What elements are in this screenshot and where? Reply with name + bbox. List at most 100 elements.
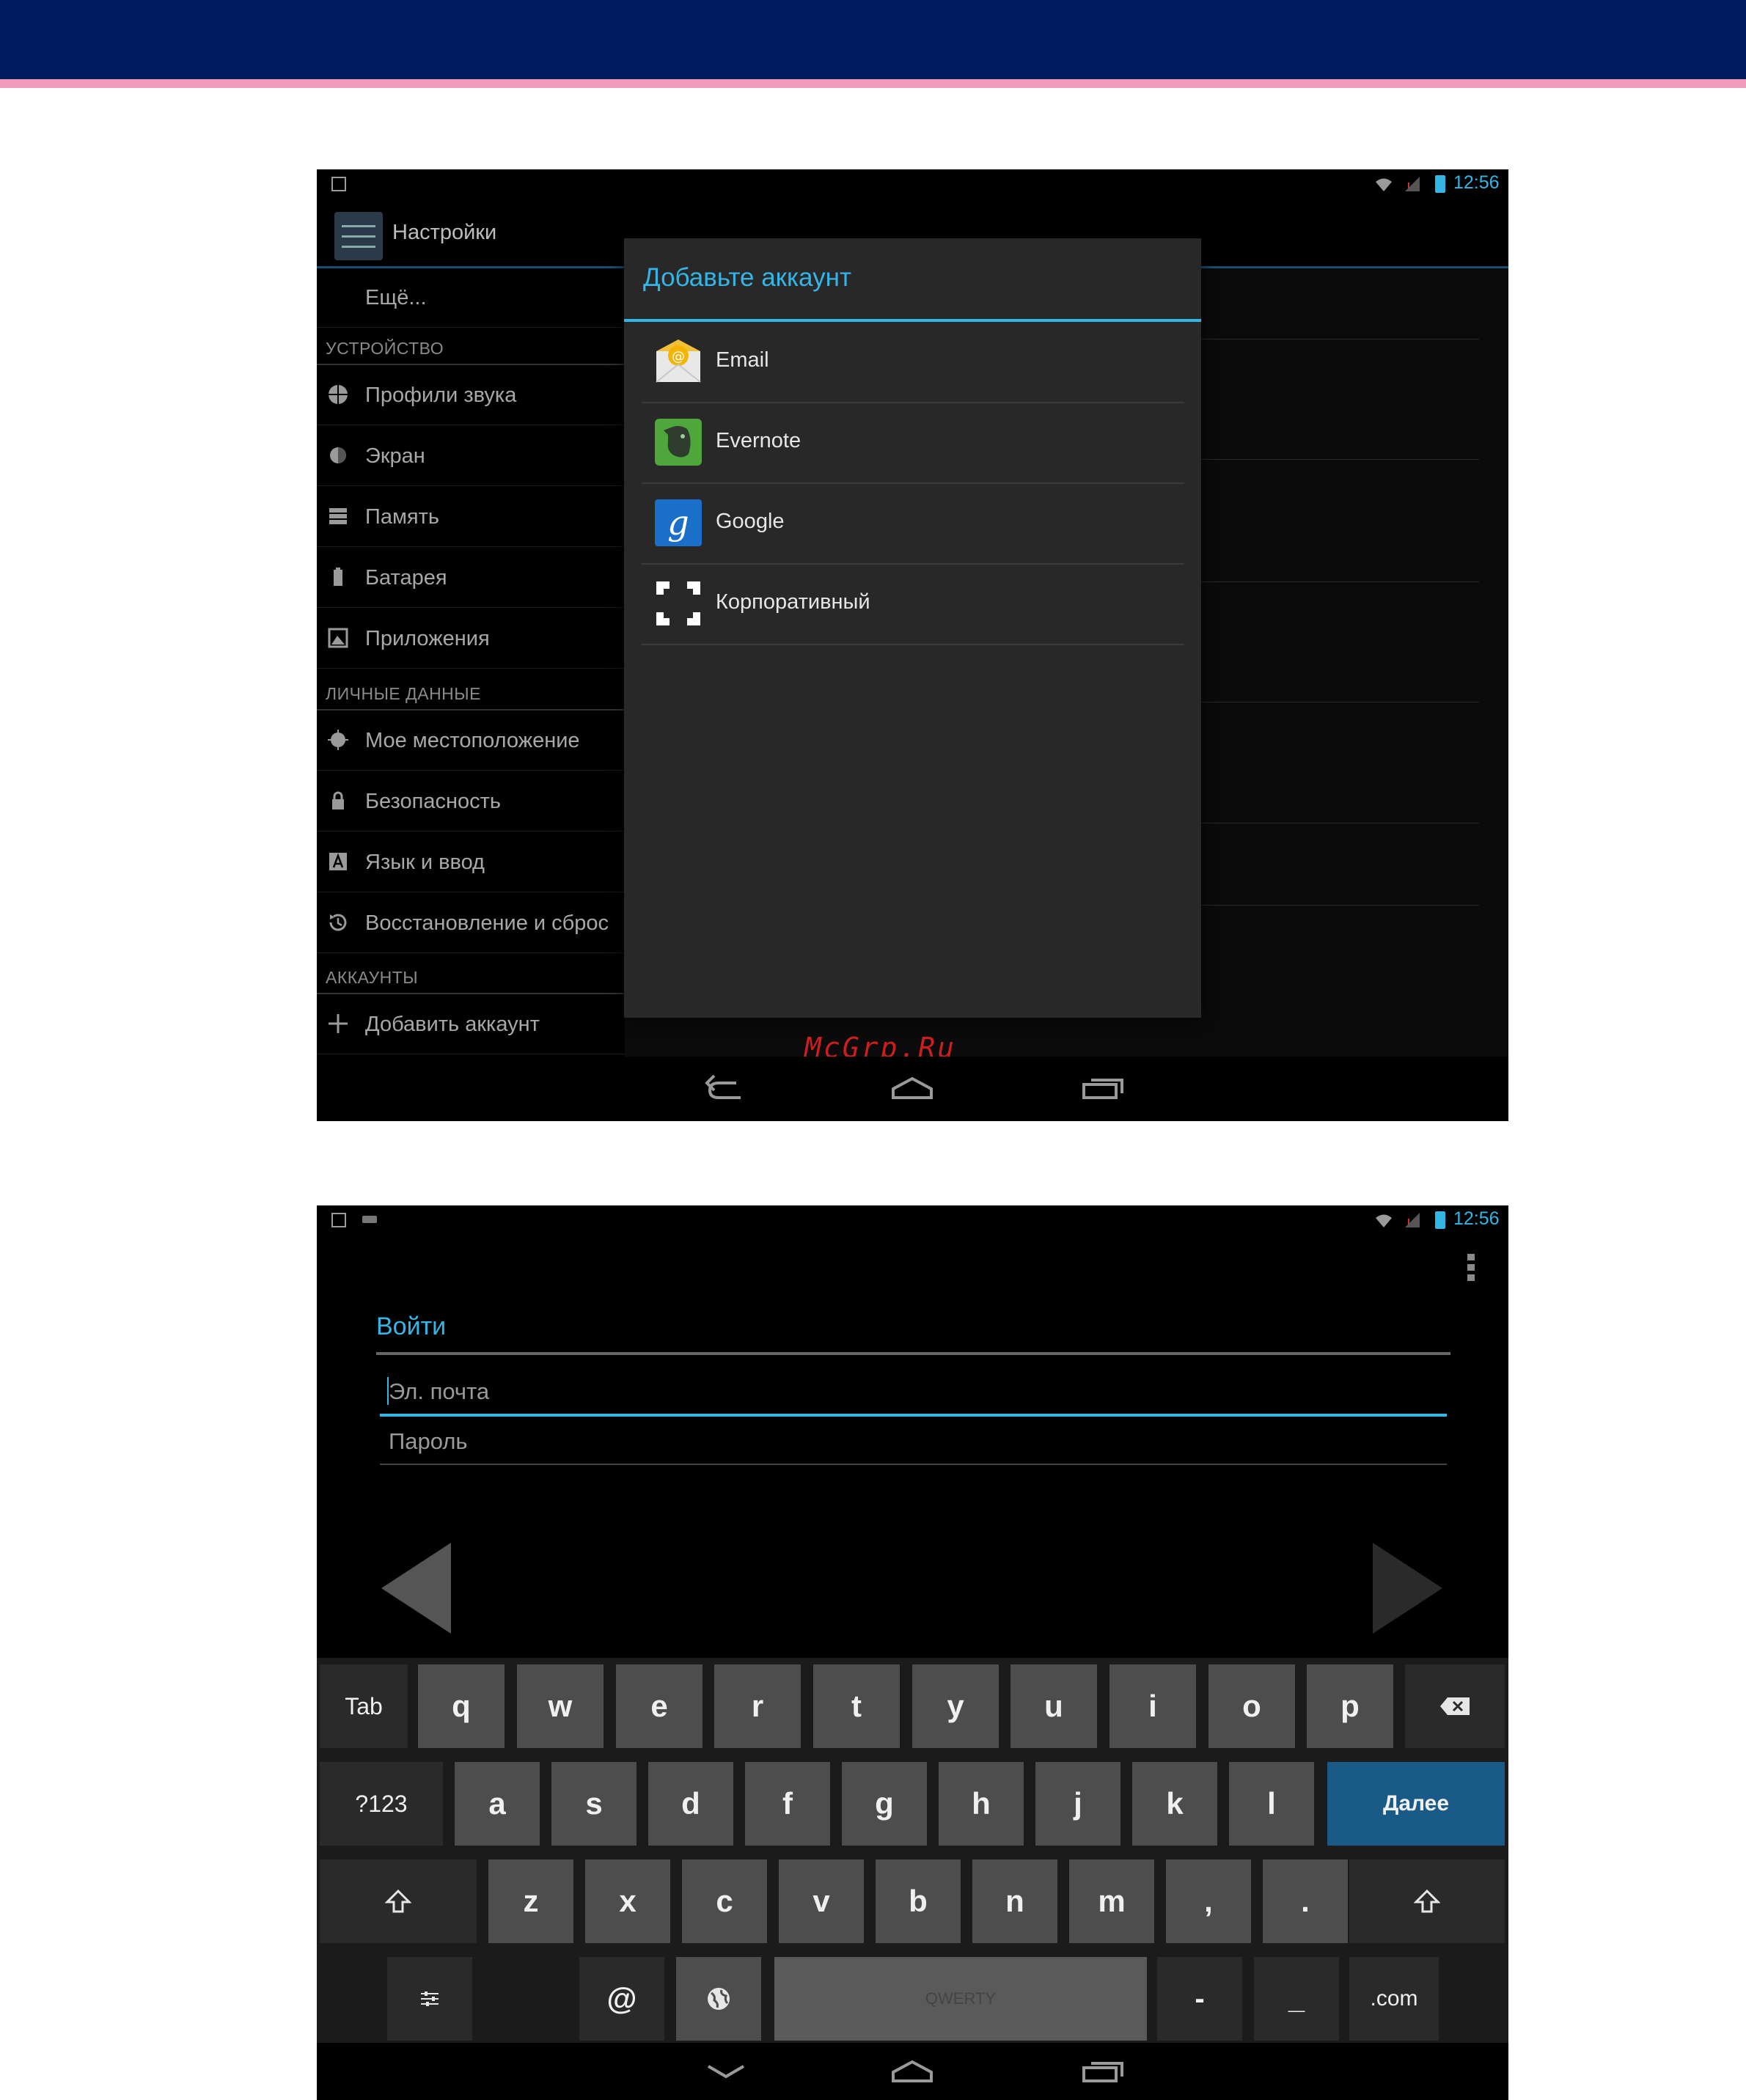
key-n[interactable]: n (972, 1859, 1057, 1943)
key-dotcom[interactable]: .com (1349, 1957, 1439, 2041)
title-divider (376, 1352, 1450, 1355)
divider (317, 709, 625, 711)
key-l[interactable]: l (1229, 1762, 1314, 1846)
password-field[interactable]: Пароль (380, 1418, 1447, 1465)
key-e[interactable]: e (616, 1664, 703, 1748)
key-c[interactable]: c (682, 1859, 767, 1943)
settings-item-location[interactable]: Мое местоположение (317, 711, 625, 771)
settings-item-backup-reset[interactable]: Восстановление и сброс (317, 894, 625, 953)
recent-apps-icon[interactable] (1081, 2056, 1125, 2087)
account-option-label: Evernote (716, 429, 802, 452)
home-icon[interactable] (890, 1073, 934, 1104)
account-option-google[interactable]: g Google (642, 483, 1184, 565)
key-period[interactable]: . (1263, 1859, 1348, 1943)
section-header-device: УСТРОЙСТВО (326, 339, 444, 358)
settings-item-more[interactable]: Ещё... (317, 268, 625, 328)
svg-text:g: g (667, 503, 689, 543)
key-g[interactable]: g (842, 1762, 927, 1846)
settings-item-add-account[interactable]: Добавить аккаунт (317, 995, 625, 1054)
key-f[interactable]: f (745, 1762, 830, 1846)
settings-item-battery[interactable]: Батарея (317, 548, 625, 608)
settings-item-label: Мое местоположение (365, 729, 580, 752)
key-h[interactable]: h (939, 1762, 1024, 1846)
key-shift-left[interactable] (320, 1859, 477, 1943)
recent-apps-icon[interactable] (1081, 1073, 1125, 1104)
key-backspace[interactable] (1405, 1664, 1505, 1748)
key-s[interactable]: s (551, 1762, 637, 1846)
globe-icon (708, 1988, 730, 2010)
settings-item-sound-profiles[interactable]: Профили звука (317, 366, 625, 425)
brightness-icon (330, 447, 346, 463)
settings-item-language[interactable]: Язык и ввод (317, 833, 625, 892)
settings-item-security[interactable]: Безопасность (317, 772, 625, 831)
key-j[interactable]: j (1035, 1762, 1120, 1846)
settings-item-apps[interactable]: Приложения (317, 609, 625, 669)
wifi-icon (1376, 178, 1392, 191)
key-i[interactable]: i (1109, 1664, 1196, 1748)
key-symbols[interactable]: ?123 (320, 1762, 443, 1846)
key-o[interactable]: o (1208, 1664, 1295, 1748)
home-icon[interactable] (890, 2056, 934, 2087)
key-space[interactable]: QWERTY (774, 1957, 1147, 2041)
settings-app-icon[interactable] (334, 212, 383, 260)
key-settings[interactable] (387, 1957, 472, 2041)
settings-item-display[interactable]: Экран (317, 427, 625, 486)
google-g-icon: g (655, 499, 702, 546)
key-language[interactable] (676, 1957, 761, 2041)
key-v[interactable]: v (779, 1859, 864, 1943)
email-field[interactable]: Эл. почта (380, 1368, 1447, 1417)
divider (1182, 459, 1479, 460)
lock-icon (332, 791, 344, 809)
status-bar: 12:56 (317, 1205, 1508, 1236)
backup-restore-icon (329, 914, 347, 931)
account-option-email[interactable]: @ Email (642, 322, 1184, 403)
key-b[interactable]: b (876, 1859, 961, 1943)
divider (1182, 905, 1479, 906)
key-p[interactable]: p (1307, 1664, 1393, 1748)
key-at[interactable]: @ (579, 1957, 664, 2041)
key-x[interactable]: x (585, 1859, 670, 1943)
sign-in-screenshot: 12:56 Войти Эл. почта Пароль Tab q w e r… (317, 1205, 1508, 2100)
key-z[interactable]: z (488, 1859, 573, 1943)
hide-keyboard-icon[interactable] (704, 2056, 748, 2087)
account-option-corporate[interactable]: Корпоративный (642, 564, 1184, 645)
settings-item-label: Приложения (365, 627, 490, 650)
storage-icon (329, 508, 347, 524)
key-q[interactable]: q (418, 1664, 505, 1748)
wifi-icon (1376, 1214, 1392, 1227)
key-t[interactable]: t (813, 1664, 900, 1748)
navigation-bar (317, 2043, 1508, 2100)
back-icon[interactable] (704, 1073, 748, 1104)
key-underscore[interactable]: _ (1254, 1957, 1339, 2041)
page-title: Настройки (392, 221, 497, 244)
settings-item-label: Батарея (365, 566, 447, 590)
key-d[interactable]: d (648, 1762, 733, 1846)
key-shift-right[interactable] (1349, 1859, 1505, 1943)
key-m[interactable]: m (1069, 1859, 1154, 1943)
signal-icon (1405, 177, 1420, 191)
key-comma[interactable]: , (1166, 1859, 1251, 1943)
settings-item-storage[interactable]: Память (317, 488, 625, 547)
account-option-label: Корпоративный (716, 590, 870, 614)
previous-arrow-icon[interactable] (381, 1543, 451, 1634)
evernote-elephant-icon (655, 419, 702, 466)
add-icon (329, 1014, 348, 1033)
next-arrow-icon[interactable] (1373, 1543, 1442, 1634)
key-tab[interactable]: Tab (320, 1664, 408, 1748)
key-w[interactable]: w (517, 1664, 604, 1748)
key-a[interactable]: a (455, 1762, 540, 1846)
key-dash[interactable]: - (1157, 1957, 1242, 2041)
navigation-bar (317, 1057, 1508, 1121)
key-u[interactable]: u (1010, 1664, 1097, 1748)
account-option-evernote[interactable]: Evernote (642, 403, 1184, 484)
divider (317, 993, 625, 994)
add-account-dialog: Добавьте аккаунт @ Email Evernote g Goog… (624, 238, 1201, 1018)
key-r[interactable]: r (714, 1664, 801, 1748)
battery-icon (1435, 1211, 1445, 1229)
battery-icon (1435, 175, 1445, 193)
battery-settings-icon (334, 568, 342, 586)
overflow-menu-icon[interactable] (1467, 1254, 1475, 1282)
key-next[interactable]: Далее (1327, 1762, 1505, 1846)
key-y[interactable]: y (912, 1664, 999, 1748)
key-k[interactable]: k (1132, 1762, 1217, 1846)
